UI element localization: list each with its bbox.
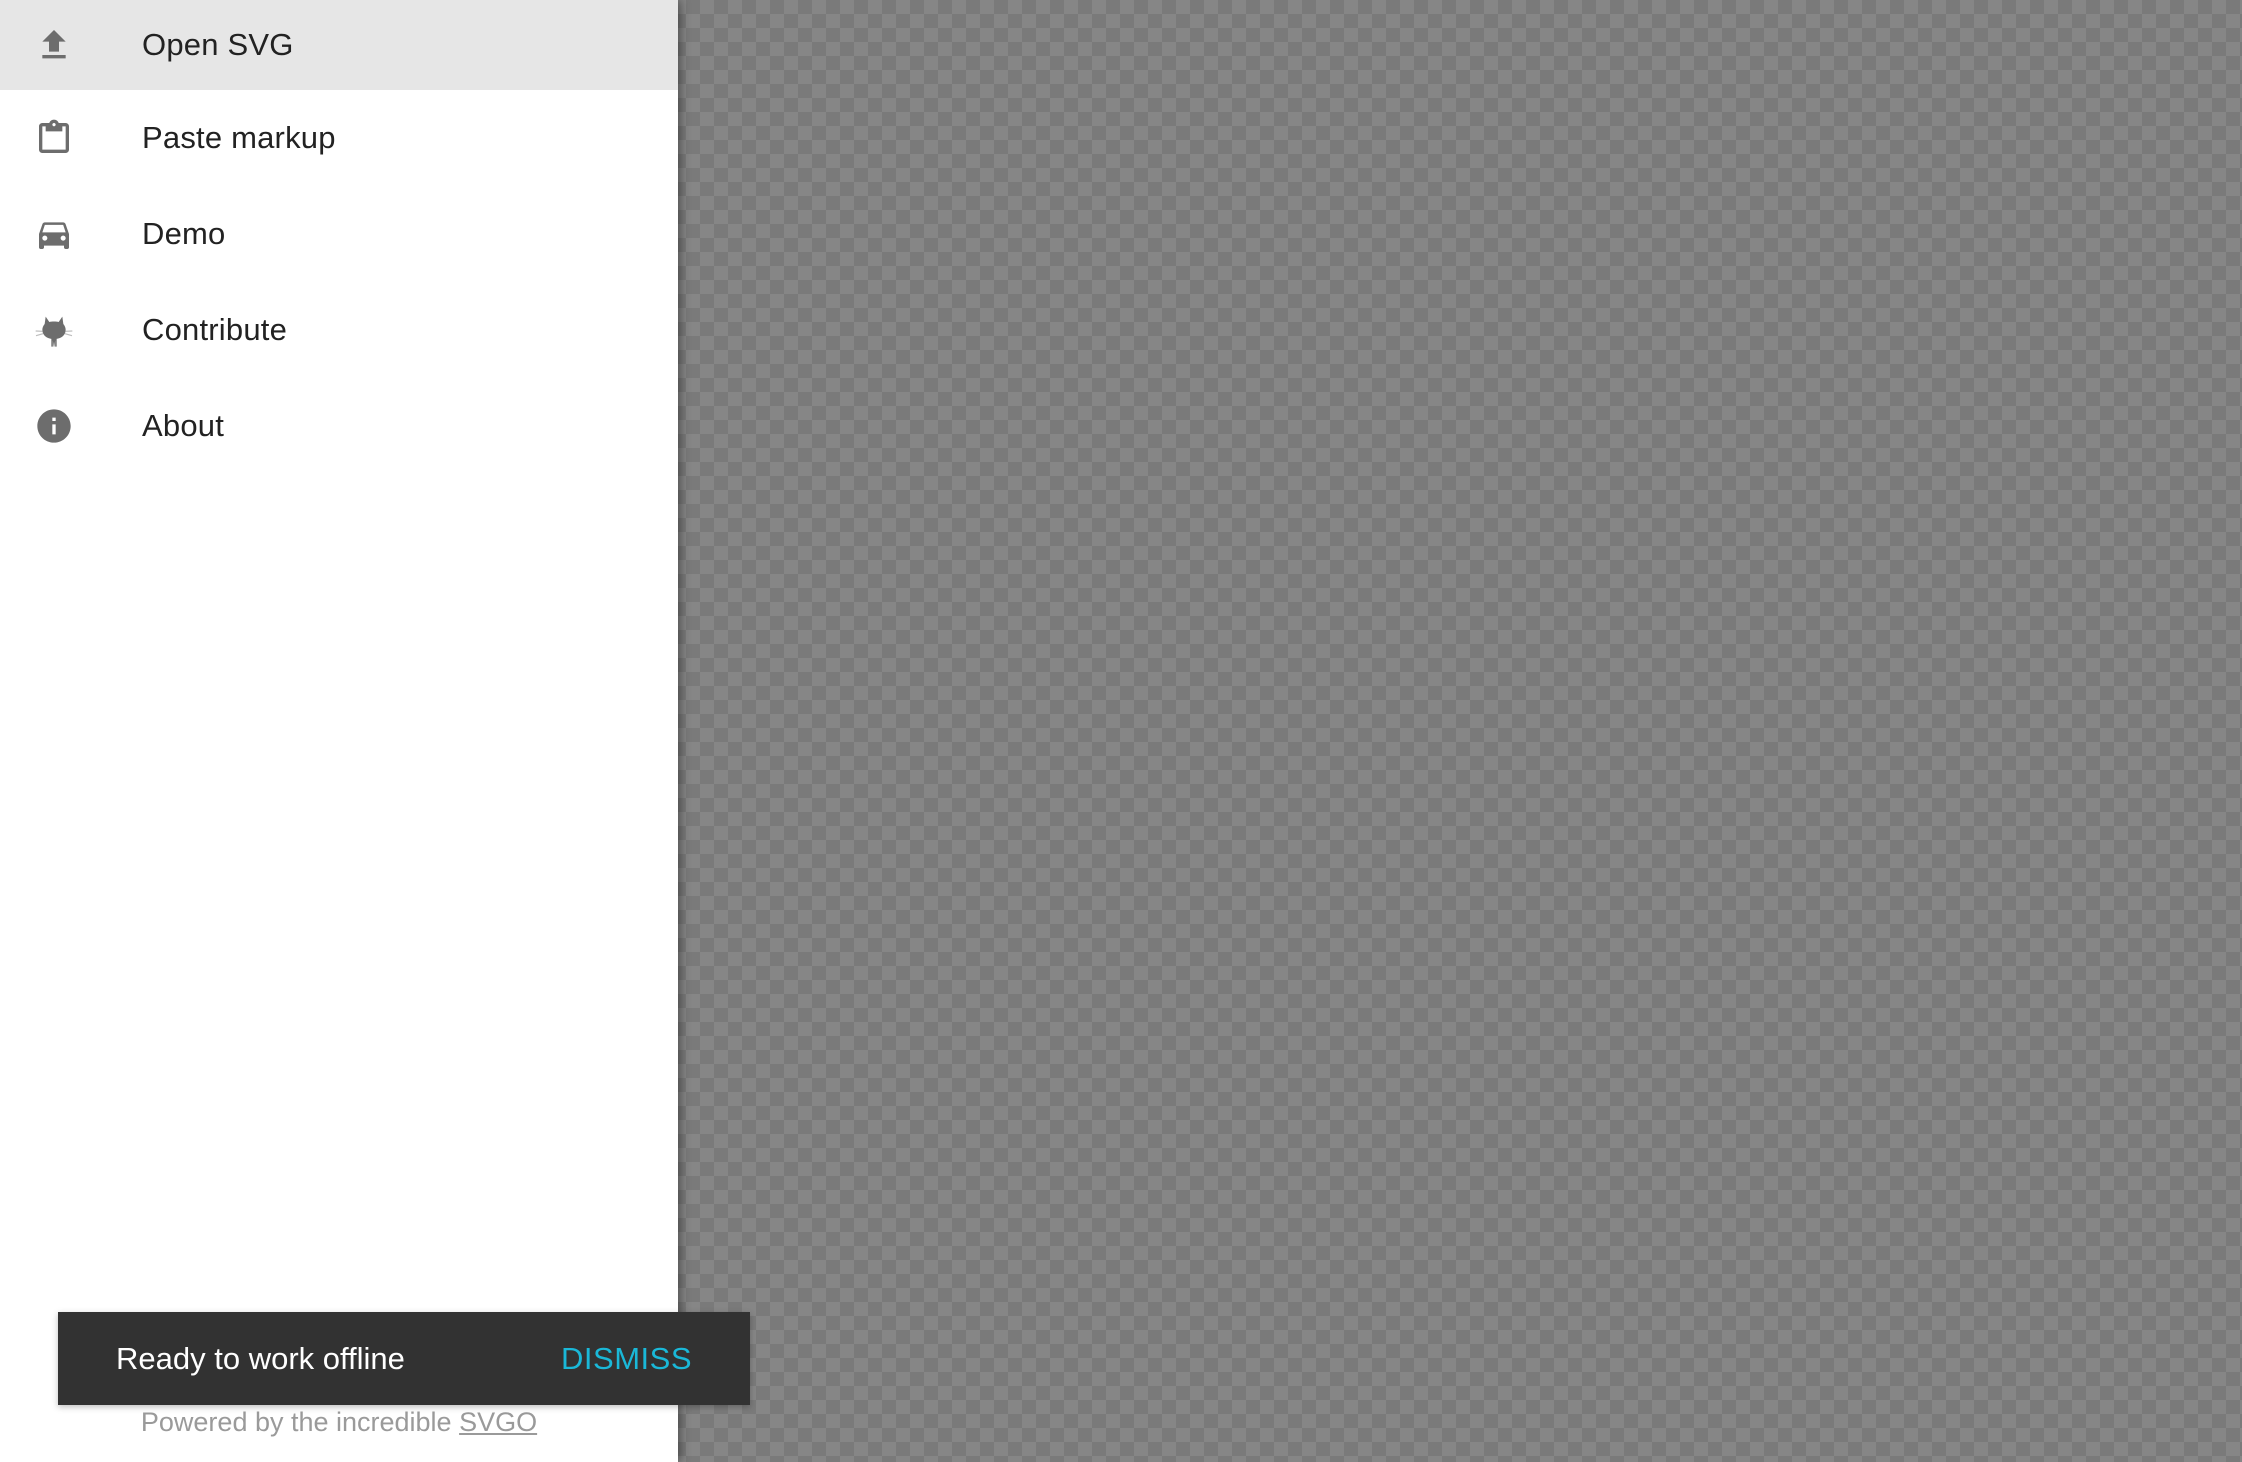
menu-item-paste-markup[interactable]: Paste markup: [0, 90, 678, 186]
menu-item-contribute[interactable]: Contribute: [0, 282, 678, 378]
upload-icon: [34, 25, 74, 65]
dismiss-button[interactable]: DISMISS: [561, 1341, 692, 1377]
car-icon: [34, 214, 74, 254]
credits-text: Powered by the incredible: [140, 1407, 460, 1437]
app-root: Open SVG Paste markup Demo Contribute Ab…: [0, 0, 2242, 1462]
menu-item-label: Contribute: [142, 312, 288, 347]
side-drawer: Open SVG Paste markup Demo Contribute Ab…: [0, 0, 678, 1462]
menu-item-label: Paste markup: [142, 120, 336, 155]
info-icon: [34, 406, 74, 446]
github-octocat-icon: [34, 310, 74, 350]
offline-snackbar: Ready to work offline DISMISS: [58, 1312, 750, 1405]
menu-item-label: Open SVG: [142, 27, 294, 62]
clipboard-icon: [34, 118, 74, 158]
menu-item-demo[interactable]: Demo: [0, 186, 678, 282]
svgo-link[interactable]: SVGO: [459, 1407, 537, 1437]
menu-item-label: Demo: [142, 216, 226, 251]
drawer-menu: Open SVG Paste markup Demo Contribute Ab…: [0, 0, 678, 474]
menu-item-about[interactable]: About: [0, 378, 678, 474]
menu-item-label: About: [142, 408, 225, 443]
credits-footer: Powered by the incredible SVGO: [0, 1407, 678, 1438]
menu-item-open-svg[interactable]: Open SVG: [0, 0, 678, 90]
snackbar-message: Ready to work offline: [116, 1340, 405, 1376]
